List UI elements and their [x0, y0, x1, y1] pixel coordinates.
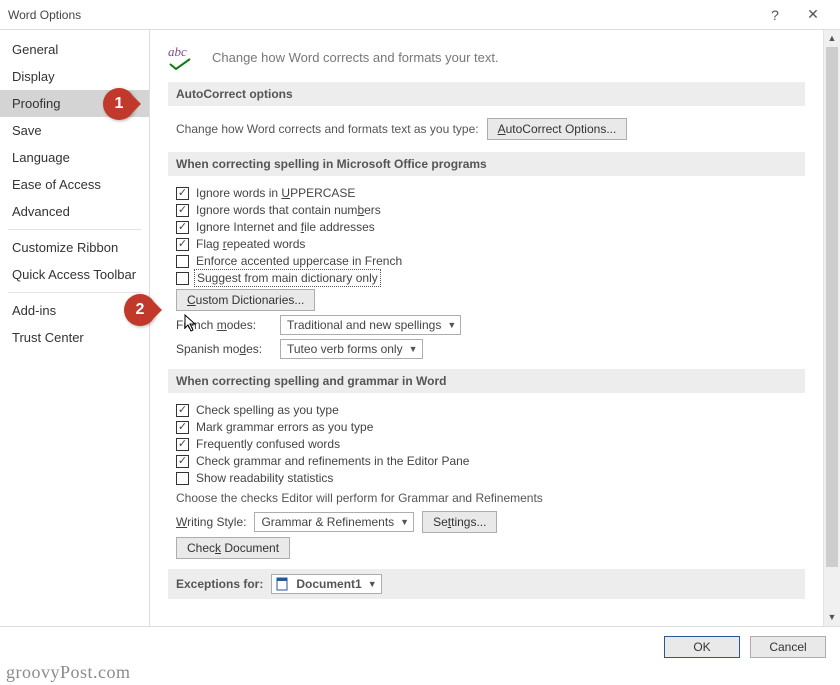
sidebar-item-advanced[interactable]: Advanced: [0, 198, 149, 225]
ok-button[interactable]: OK: [664, 636, 740, 658]
word-check-row: Show readability statistics: [176, 471, 805, 485]
scroll-down-icon[interactable]: ▼: [824, 609, 840, 626]
chevron-down-icon: ▼: [368, 579, 377, 589]
word-check-checkbox-3[interactable]: [176, 455, 189, 468]
autocorrect-options-button[interactable]: AutoCorrect Options...: [487, 118, 628, 140]
office-check-row: Ignore Internet and file addresses: [176, 220, 805, 234]
chevron-down-icon: ▼: [447, 320, 456, 330]
word-check-row: Check spelling as you type: [176, 403, 805, 417]
office-check-checkbox-0[interactable]: [176, 187, 189, 200]
office-check-label-1[interactable]: Ignore words that contain numbers: [196, 203, 381, 217]
sidebar-separator: [8, 292, 141, 293]
section-word-spell-title: When correcting spelling and grammar in …: [168, 369, 805, 393]
spanish-modes-label: Spanish modes:: [176, 342, 272, 356]
office-check-checkbox-1[interactable]: [176, 204, 189, 217]
check-document-button[interactable]: Check Document: [176, 537, 290, 559]
vertical-scrollbar[interactable]: ▲ ▼: [823, 30, 840, 626]
section-autocorrect-title: AutoCorrect options: [168, 82, 805, 106]
word-check-checkbox-1[interactable]: [176, 421, 189, 434]
french-modes-dropdown[interactable]: Traditional and new spellings▼: [280, 315, 461, 335]
word-check-checkbox-2[interactable]: [176, 438, 189, 451]
sidebar-item-save[interactable]: Save: [0, 117, 149, 144]
section-exceptions: Exceptions for: Document1 ▼: [168, 569, 805, 599]
close-button[interactable]: ✕: [794, 6, 832, 23]
settings-button[interactable]: Settings...: [422, 511, 497, 533]
annotation-2: 2: [124, 294, 156, 326]
sidebar-item-ease-of-access[interactable]: Ease of Access: [0, 171, 149, 198]
help-button[interactable]: ?: [756, 7, 794, 23]
office-check-row: Enforce accented uppercase in French: [176, 254, 805, 268]
sidebar-item-customize-ribbon[interactable]: Customize Ribbon: [0, 234, 149, 261]
options-sidebar: General Display Proofing Save Language E…: [0, 30, 150, 626]
section-office-spell-title: When correcting spelling in Microsoft Of…: [168, 152, 805, 176]
word-check-row: Check grammar and refinements in the Edi…: [176, 454, 805, 468]
sidebar-separator: [8, 229, 141, 230]
spanish-modes-dropdown[interactable]: Tuteo verb forms only▼: [280, 339, 423, 359]
office-check-row: Ignore words that contain numbers: [176, 203, 805, 217]
word-check-row: Frequently confused words: [176, 437, 805, 451]
word-check-checkbox-4[interactable]: [176, 472, 189, 485]
chevron-down-icon: ▼: [409, 344, 418, 354]
proofing-pane: abc Change how Word corrects and formats…: [150, 30, 823, 626]
writing-style-dropdown[interactable]: Grammar & Refinements▼: [254, 512, 414, 532]
french-modes-label: French modes:: [176, 318, 272, 332]
office-check-checkbox-2[interactable]: [176, 221, 189, 234]
document-icon: [274, 577, 290, 591]
scroll-thumb[interactable]: [826, 47, 838, 567]
sidebar-item-general[interactable]: General: [0, 36, 149, 63]
office-check-checkbox-3[interactable]: [176, 238, 189, 251]
dialog-footer: OK Cancel: [0, 626, 840, 666]
word-check-checkbox-0[interactable]: [176, 404, 189, 417]
office-check-row: Suggest from main dictionary only: [176, 271, 805, 285]
writing-style-label: Writing Style:: [176, 515, 246, 529]
office-check-label-2[interactable]: Ignore Internet and file addresses: [196, 220, 375, 234]
titlebar: Word Options ? ✕: [0, 0, 840, 30]
window-title: Word Options: [8, 8, 756, 22]
chevron-down-icon: ▼: [400, 517, 409, 527]
word-check-label-1[interactable]: Mark grammar errors as you type: [196, 420, 373, 434]
sidebar-item-language[interactable]: Language: [0, 144, 149, 171]
office-check-row: Flag repeated words: [176, 237, 805, 251]
writing-style-desc: Choose the checks Editor will perform fo…: [176, 491, 805, 505]
sidebar-item-display[interactable]: Display: [0, 63, 149, 90]
word-check-label-4[interactable]: Show readability statistics: [196, 471, 333, 485]
scroll-up-icon[interactable]: ▲: [824, 30, 840, 47]
proofing-icon: abc: [168, 44, 198, 70]
watermark: groovyPost.com: [6, 662, 131, 683]
word-check-label-3[interactable]: Check grammar and refinements in the Edi…: [196, 454, 469, 468]
custom-dictionaries-button[interactable]: Custom Dictionaries...: [176, 289, 315, 311]
sidebar-item-quick-access-toolbar[interactable]: Quick Access Toolbar: [0, 261, 149, 288]
office-check-label-4[interactable]: Enforce accented uppercase in French: [196, 254, 402, 268]
exceptions-label: Exceptions for:: [176, 577, 263, 591]
office-check-checkbox-5[interactable]: [176, 272, 189, 285]
office-check-checkbox-4[interactable]: [176, 255, 189, 268]
exceptions-dropdown[interactable]: Document1 ▼: [271, 574, 381, 594]
office-check-label-0[interactable]: Ignore words in UPPERCASE: [196, 186, 355, 200]
cancel-button[interactable]: Cancel: [750, 636, 826, 658]
office-check-row: Ignore words in UPPERCASE: [176, 186, 805, 200]
sidebar-item-trust-center[interactable]: Trust Center: [0, 324, 149, 351]
office-check-label-5[interactable]: Suggest from main dictionary only: [196, 271, 379, 285]
office-check-label-3[interactable]: Flag repeated words: [196, 237, 305, 251]
page-subtitle: Change how Word corrects and formats you…: [212, 50, 499, 65]
annotation-1: 1: [103, 88, 135, 120]
word-check-label-2[interactable]: Frequently confused words: [196, 437, 340, 451]
word-check-row: Mark grammar errors as you type: [176, 420, 805, 434]
word-check-label-0[interactable]: Check spelling as you type: [196, 403, 339, 417]
autocorrect-desc: Change how Word corrects and formats tex…: [176, 122, 479, 136]
